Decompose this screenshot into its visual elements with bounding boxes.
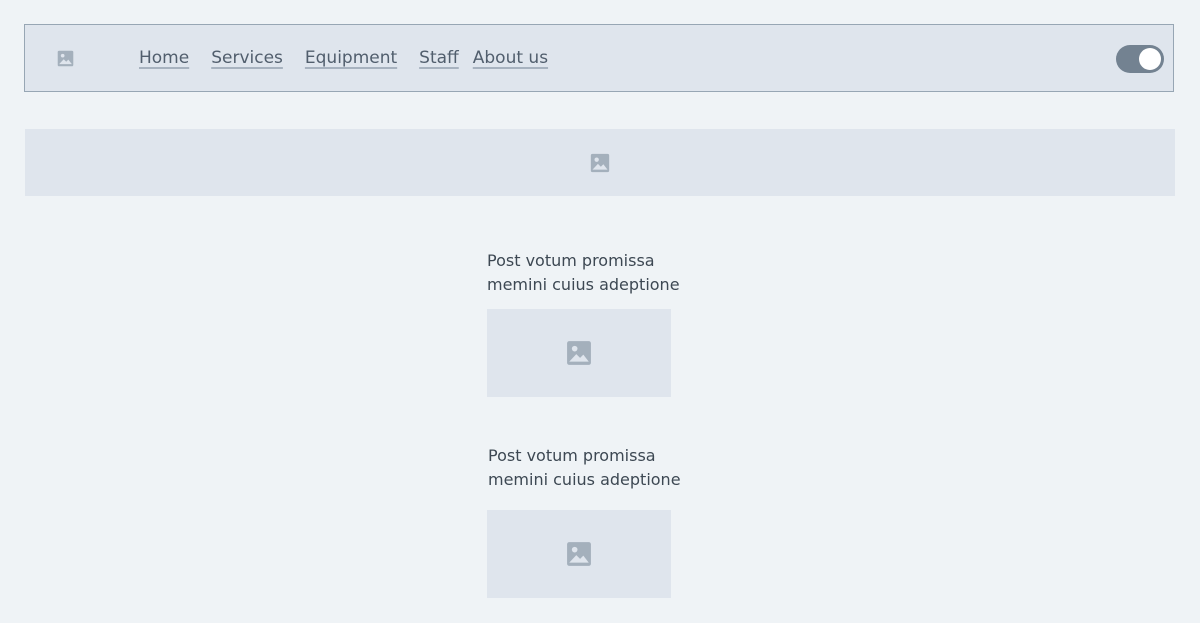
- nav-link-services[interactable]: Services: [211, 47, 283, 69]
- main-nav: Home Services Equipment Staff About us: [139, 47, 548, 69]
- post-card: Post votum promissa memini cuius adeptio…: [487, 249, 680, 397]
- image-placeholder-icon: [566, 541, 592, 567]
- image-placeholder-icon: [590, 153, 610, 173]
- post-title-line: Post votum promissa: [488, 446, 656, 465]
- theme-toggle[interactable]: [1116, 45, 1164, 73]
- image-placeholder-icon: [566, 340, 592, 366]
- post-image: [487, 309, 671, 397]
- post-title-line: memini cuius adeptione: [487, 275, 680, 294]
- post-title-line: memini cuius adeptione: [488, 470, 681, 489]
- nav-link-equipment[interactable]: Equipment: [305, 47, 397, 69]
- post-title: Post votum promissa memini cuius adeptio…: [487, 249, 680, 297]
- post-title-line: Post votum promissa: [487, 251, 655, 270]
- nav-link-staff[interactable]: Staff: [419, 47, 459, 69]
- post-card: Post votum promissa memini cuius adeptio…: [487, 444, 681, 598]
- toggle-knob: [1139, 48, 1161, 70]
- post-title: Post votum promissa memini cuius adeptio…: [488, 444, 681, 492]
- image-placeholder-icon[interactable]: [57, 50, 74, 67]
- nav-link-home[interactable]: Home: [139, 47, 189, 69]
- nav-link-about-us[interactable]: About us: [473, 47, 548, 69]
- banner-image: [25, 129, 1175, 196]
- post-image: [487, 510, 671, 598]
- top-navbar: Home Services Equipment Staff About us: [24, 24, 1174, 92]
